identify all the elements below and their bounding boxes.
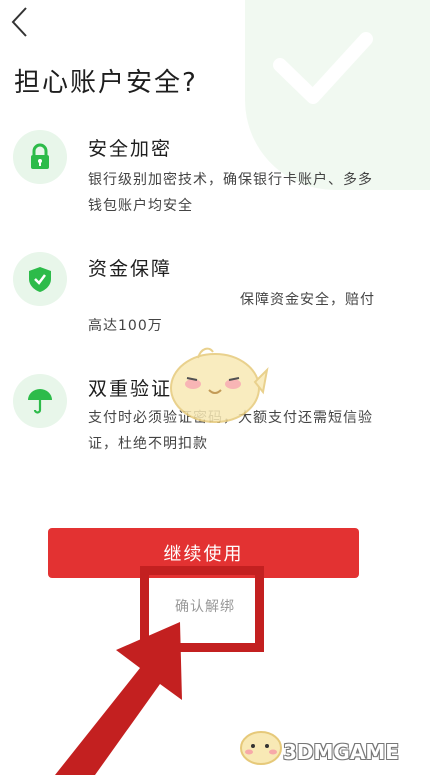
watermark-brand: 3DMGAME	[283, 740, 399, 764]
watermark-mascot-icon	[240, 731, 282, 765]
annotation-arrow-icon	[55, 622, 182, 775]
